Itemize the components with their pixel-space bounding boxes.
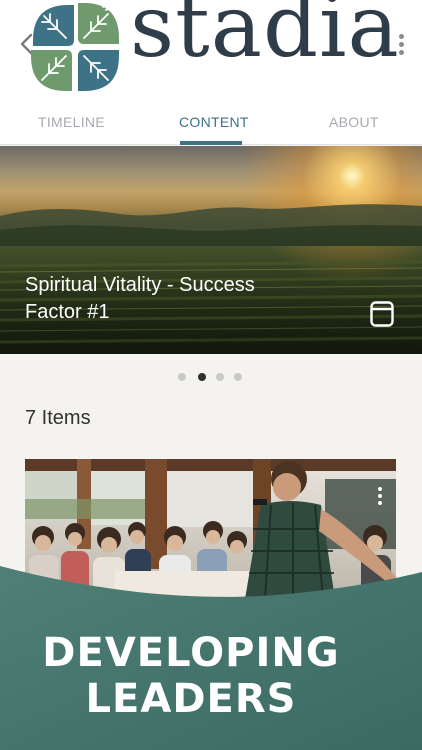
hero-carousel-slide[interactable]: Spiritual Vitality - Success Factor #1 [0,146,422,354]
banner-headline: DEVELOPING LEADERS [0,630,382,722]
stadia-wordmark: stadia [130,0,400,77]
carousel-dot-3[interactable] [216,373,224,381]
tab-content[interactable]: CONTENT [179,114,249,130]
tab-about[interactable]: ABOUT [329,114,379,130]
card-kebab-menu-icon[interactable] [376,487,384,507]
carousel-pagination [178,373,248,383]
tab-bar: TIMELINE CONTENT ABOUT [0,100,422,145]
carousel-dot-2[interactable] [198,373,206,381]
book-icon [370,301,394,327]
carousel-dot-4[interactable] [234,373,242,381]
hero-title: Spiritual Vitality - Success Factor #1 [25,274,255,323]
banner-line-1: DEVELOPING [42,630,340,676]
kebab-menu-icon[interactable] [397,34,405,56]
carousel-dot-1[interactable] [178,373,186,381]
tab-timeline[interactable]: TIMELINE [38,114,105,130]
active-tab-indicator [180,141,242,145]
stadia-logo-icon [31,3,119,91]
item-count-label: 7 Items [25,407,91,429]
app-header: stadia [0,0,422,100]
banner-line-2: LEADERS [85,676,297,722]
